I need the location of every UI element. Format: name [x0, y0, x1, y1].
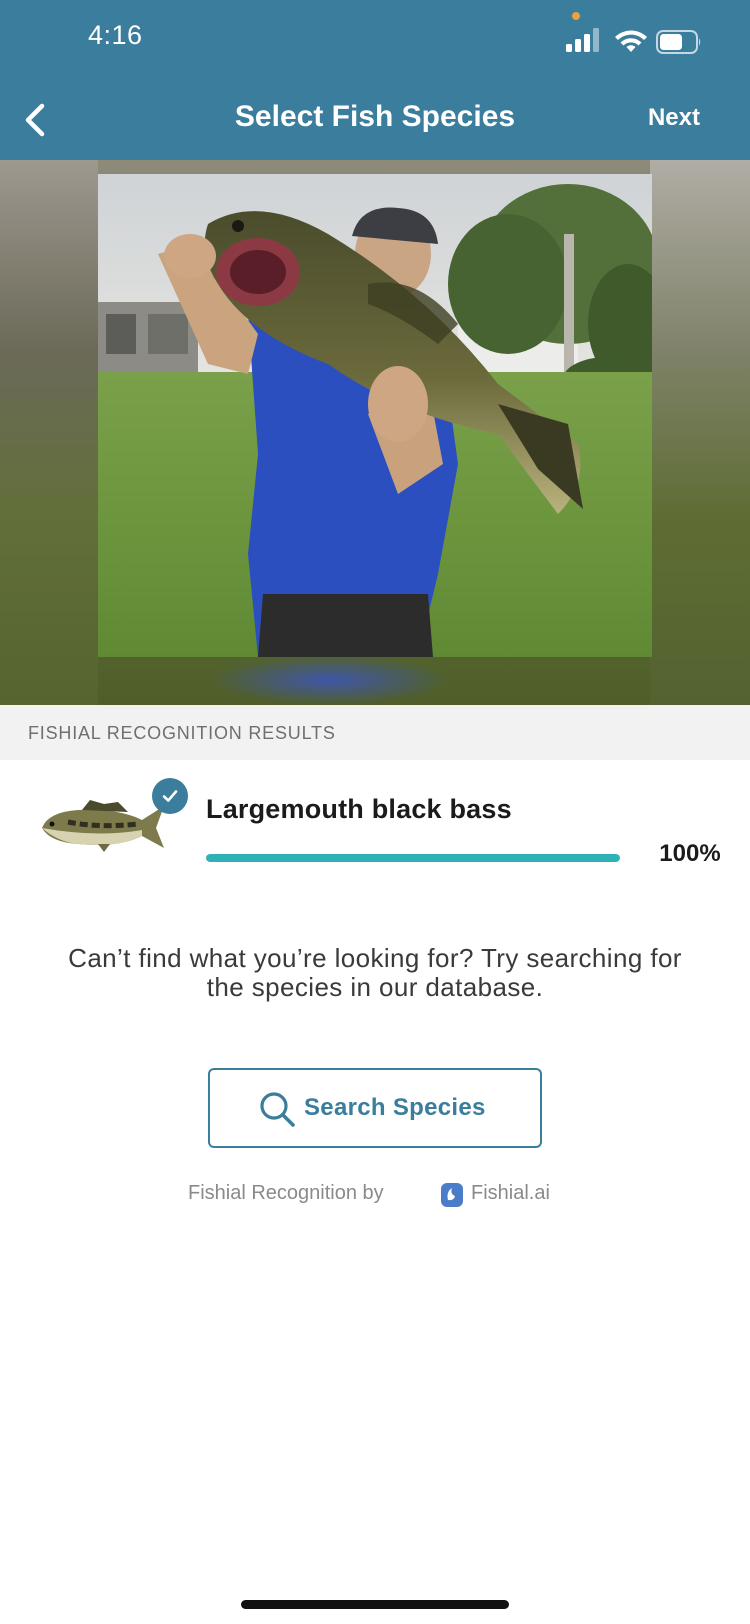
results-section-title: FISHIAL RECOGNITION RESULTS: [28, 723, 336, 743]
credit-brand: Fishial.ai: [471, 1182, 550, 1204]
photo-area: [0, 160, 750, 705]
search-help-text: Can’t find what you’re looking for? Try …: [68, 943, 682, 1002]
checkmark-icon: [162, 790, 178, 802]
status-icons: [566, 28, 706, 56]
recognition-credit: Fishial Recognition by Fishial.ai: [0, 1178, 750, 1212]
app-header: 4:16 Select Fish Species Next: [0, 0, 750, 160]
search-icon: [260, 1092, 295, 1127]
results-section-header: FISHIAL RECOGNITION RESULTS: [0, 705, 750, 760]
photo-blur-left: [0, 160, 98, 705]
confidence-bar-fill: [206, 854, 620, 862]
cellular-signal-icon: [566, 28, 599, 52]
wifi-icon: [615, 30, 647, 52]
photo-blur-right: [650, 160, 750, 705]
privacy-indicator-dot: [572, 12, 580, 20]
status-time: 4:16: [88, 20, 143, 50]
next-button[interactable]: Next: [648, 104, 700, 132]
credit-prefix: Fishial Recognition by: [188, 1182, 384, 1204]
fish-thumbnail-image: [42, 800, 164, 852]
selected-check-badge: [152, 778, 188, 814]
confidence-bar: [206, 854, 620, 862]
search-species-button[interactable]: Search Species: [208, 1068, 542, 1148]
result-item-largemouth-black-bass[interactable]: Largemouth black bass 100%: [0, 762, 750, 872]
confidence-percent: 100%: [659, 840, 721, 867]
photo-blur-bottom: [210, 655, 450, 705]
catch-photo: [98, 174, 652, 657]
back-chevron-icon[interactable]: [18, 98, 52, 142]
home-indicator[interactable]: [241, 1600, 509, 1609]
species-name: Largemouth black bass: [206, 794, 512, 824]
screen: 4:16 Select Fish Species Next FISHIAL RE…: [0, 0, 750, 1624]
page-title: Select Fish Species: [234, 100, 516, 133]
battery-icon: [656, 30, 701, 54]
fishial-logo-icon: [441, 1183, 463, 1207]
search-species-label: Search Species: [304, 1094, 486, 1121]
